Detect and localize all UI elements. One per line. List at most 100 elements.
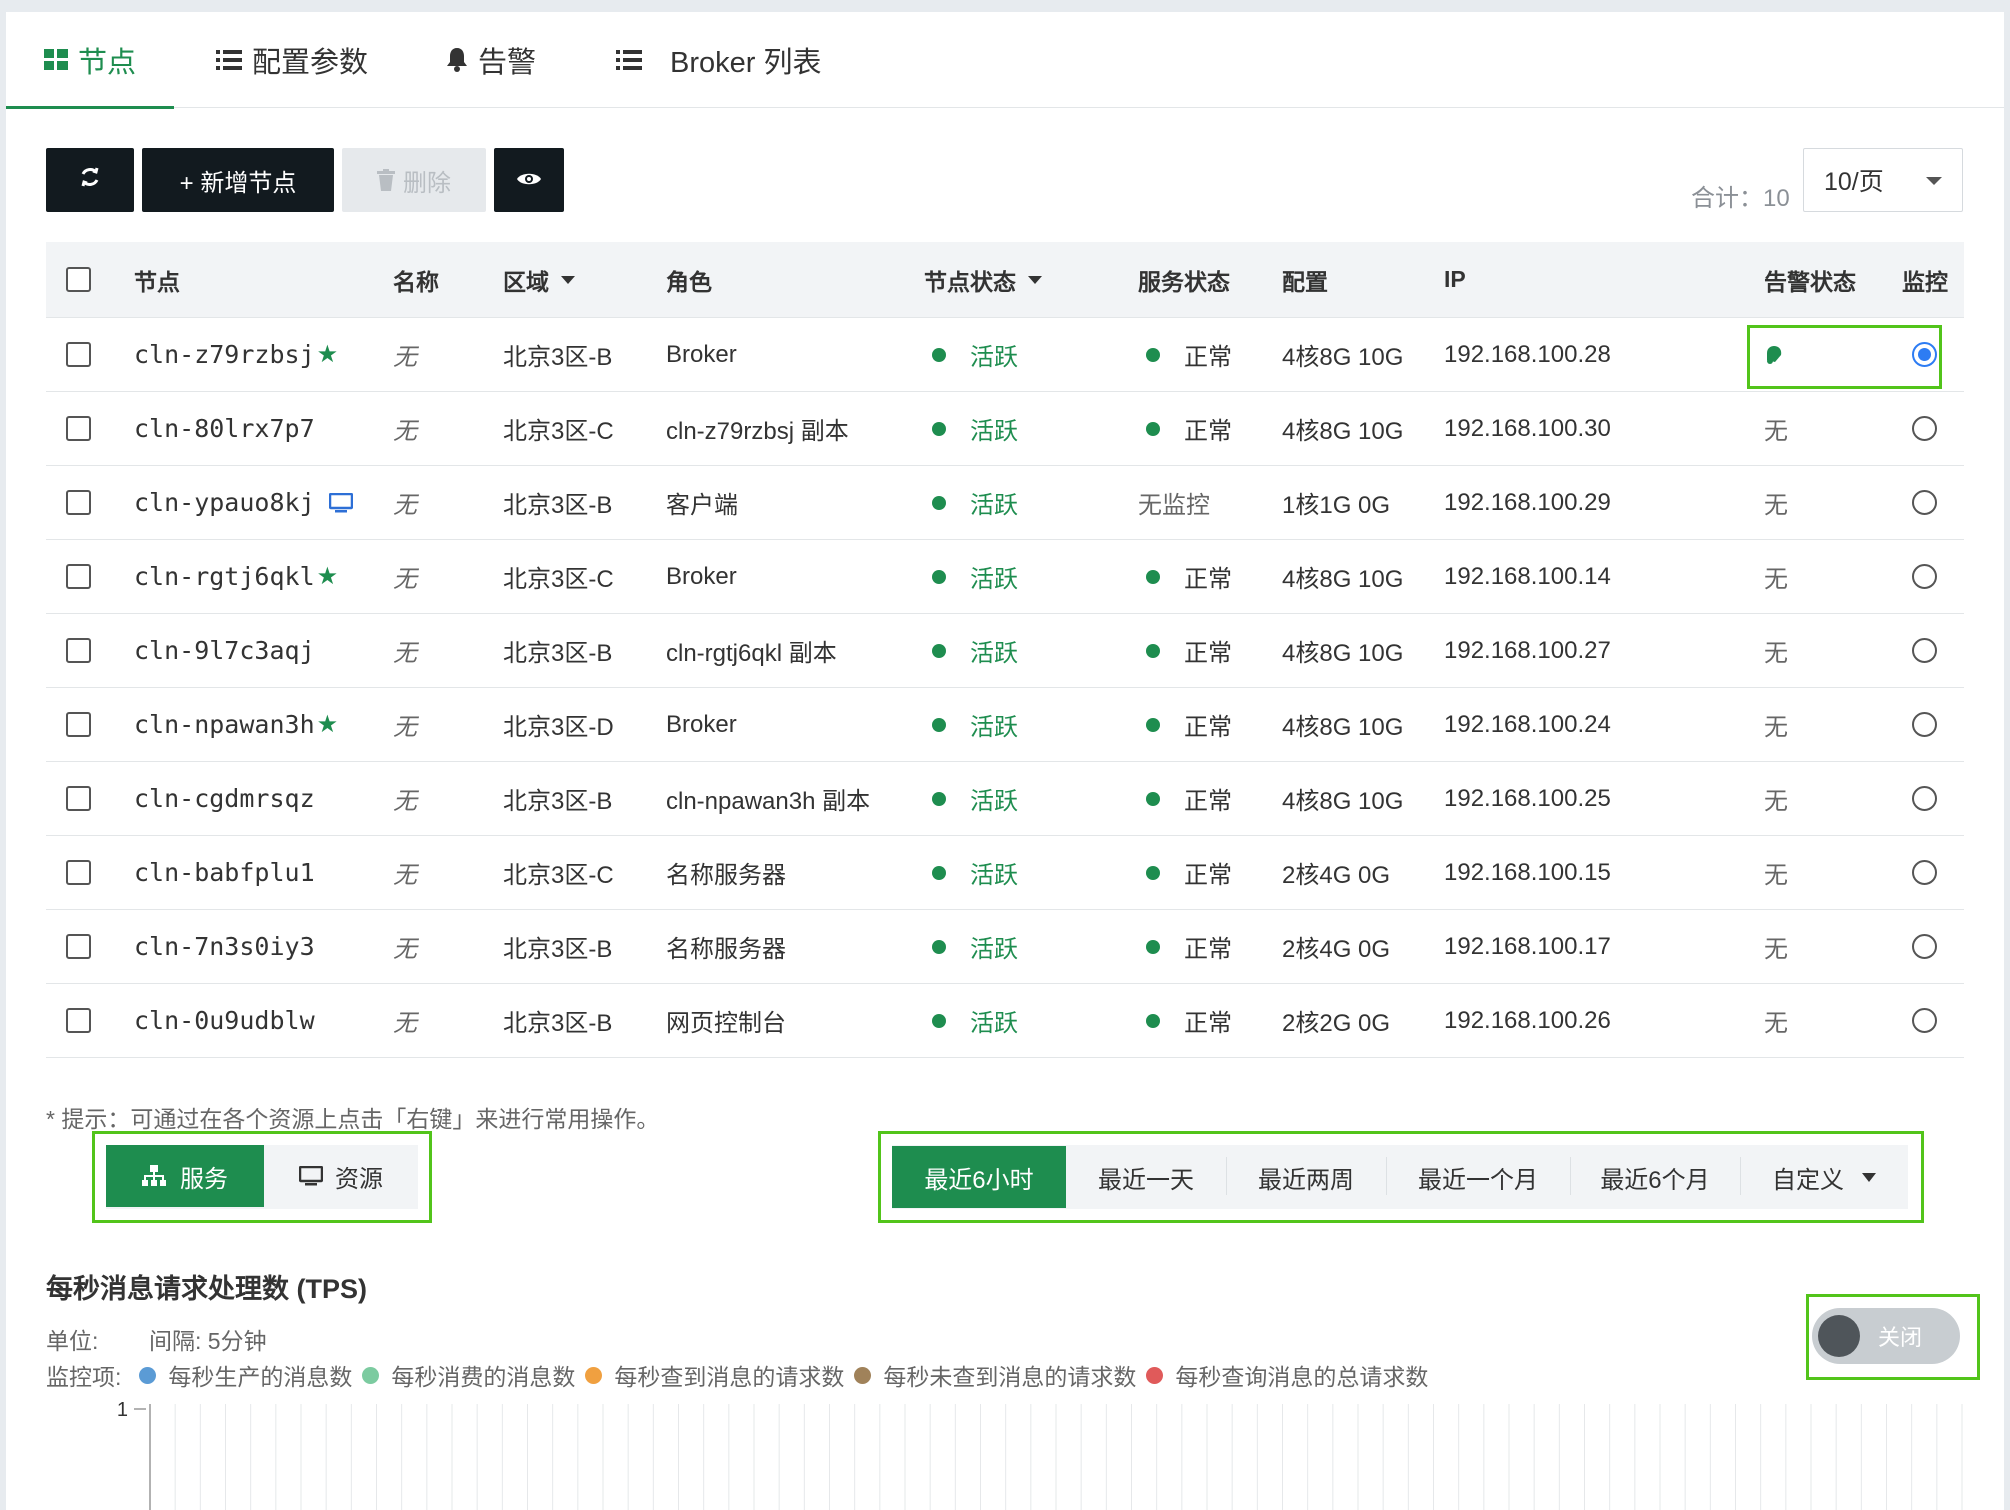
grid-icon xyxy=(44,49,68,71)
legend-item[interactable]: 每秒查询消息的总请求数 xyxy=(1146,1358,1428,1392)
node-cell[interactable]: cln-ypauo8kj xyxy=(134,466,353,539)
table-row[interactable]: cln-npawan3h ★ 无 北京3区-D Broker 活跃 正常 4核8G 10G 19… xyxy=(46,688,1964,762)
alert-cell: 无 xyxy=(1764,984,1788,1057)
time-range-button[interactable]: 自定义 xyxy=(1740,1146,1908,1208)
view-service-button[interactable]: 服务 xyxy=(106,1145,264,1207)
row-checkbox[interactable] xyxy=(66,1008,91,1033)
name-cell: 无 xyxy=(393,1010,417,1037)
header-node-status[interactable]: 节点状态 xyxy=(924,242,1042,317)
view-resource-button[interactable]: 资源 xyxy=(264,1145,418,1207)
node-cell[interactable]: cln-z79rzbsj ★ xyxy=(134,318,338,391)
node-id[interactable]: cln-rgtj6qkl xyxy=(134,562,315,591)
name-cell: 无 xyxy=(393,788,417,815)
table-row[interactable]: cln-7n3s0iy3 无 北京3区-B 名称服务器 活跃 正常 2核4G 0G 192.1… xyxy=(46,910,1964,984)
name-cell: 无 xyxy=(393,862,417,889)
refresh-button[interactable] xyxy=(46,148,134,212)
row-checkbox[interactable] xyxy=(66,416,91,441)
monitor-toggle[interactable]: 关闭 xyxy=(1812,1308,1960,1364)
row-checkbox[interactable] xyxy=(66,712,91,737)
toggle-columns-button[interactable] xyxy=(494,148,564,212)
row-checkbox[interactable] xyxy=(66,342,91,367)
monitor-radio[interactable] xyxy=(1912,934,1937,959)
tab-nodes[interactable]: 节点 xyxy=(5,12,175,109)
service-status-cell: 正常 xyxy=(1138,540,1232,613)
ip-cell: 192.168.100.24 xyxy=(1444,710,1611,738)
page-size-select[interactable]: 10/页 xyxy=(1803,148,1963,212)
node-cell[interactable]: cln-9l7c3aqj xyxy=(134,614,315,687)
table-row[interactable]: cln-z79rzbsj ★ 无 北京3区-B Broker 活跃 正常 4核8G 10G 19… xyxy=(46,318,1964,392)
legend-item[interactable]: 每秒消费的消息数 xyxy=(362,1358,575,1392)
node-cell[interactable]: cln-0u9udblw xyxy=(134,984,315,1057)
monitor-icon xyxy=(299,1166,323,1186)
legend-item[interactable]: 每秒生产的消息数 xyxy=(139,1358,352,1392)
monitor-radio[interactable] xyxy=(1912,564,1937,589)
node-id[interactable]: cln-0u9udblw xyxy=(134,1006,315,1035)
tab-alerts[interactable]: 告警 xyxy=(446,12,536,108)
node-status-cell: 活跃 xyxy=(924,318,1018,391)
region-cell: 北京3区-C xyxy=(503,862,614,889)
node-id[interactable]: cln-z79rzbsj xyxy=(134,340,315,369)
ip-cell: 192.168.100.17 xyxy=(1444,932,1611,960)
monitor-radio[interactable] xyxy=(1912,638,1937,663)
service-status-cell: 正常 xyxy=(1138,688,1232,761)
time-range-button[interactable]: 最近6个月 xyxy=(1570,1146,1740,1208)
row-checkbox[interactable] xyxy=(66,638,91,663)
row-checkbox[interactable] xyxy=(66,786,91,811)
monitor-radio[interactable] xyxy=(1912,490,1937,515)
star-icon: ★ xyxy=(316,563,339,590)
node-id[interactable]: cln-7n3s0iy3 xyxy=(134,932,315,961)
row-checkbox[interactable] xyxy=(66,490,91,515)
row-checkbox[interactable] xyxy=(66,934,91,959)
table-row[interactable]: cln-cgdmrsqz 无 北京3区-B cln-npawan3h 副本 活跃 正常 4核… xyxy=(46,762,1964,836)
alert-status-text: 无 xyxy=(1764,566,1788,593)
role-cell: Broker xyxy=(666,562,737,590)
time-range-button[interactable]: 最近一天 xyxy=(1066,1146,1226,1208)
node-cell[interactable]: cln-npawan3h ★ xyxy=(134,688,338,761)
time-range-button[interactable]: 最近一个月 xyxy=(1386,1146,1570,1208)
table-row[interactable]: cln-0u9udblw 无 北京3区-B 网页控制台 活跃 正常 2核2G 0G 192.1… xyxy=(46,984,1964,1058)
table-row[interactable]: cln-babfplu1 无 北京3区-C 名称服务器 活跃 正常 2核4G 0G 192.1… xyxy=(46,836,1964,910)
header-monitor: 监控 xyxy=(1902,268,1948,295)
monitor-radio[interactable] xyxy=(1912,860,1937,885)
add-node-button[interactable]: + 新增节点 xyxy=(142,148,334,212)
node-id[interactable]: cln-npawan3h xyxy=(134,710,315,739)
node-cell[interactable]: cln-rgtj6qkl ★ xyxy=(134,540,338,613)
node-id[interactable]: cln-cgdmrsqz xyxy=(134,784,315,813)
node-cell[interactable]: cln-80lrx7p7 xyxy=(134,392,315,465)
service-status-text: 正常 xyxy=(1184,936,1232,963)
time-range-button[interactable]: 最近6小时 xyxy=(892,1146,1066,1208)
row-checkbox[interactable] xyxy=(66,564,91,589)
node-status-cell: 活跃 xyxy=(924,392,1018,465)
status-dot xyxy=(932,939,946,954)
legend-item[interactable]: 每秒查到消息的请求数 xyxy=(585,1358,844,1392)
node-id[interactable]: cln-babfplu1 xyxy=(134,858,315,887)
tab-broker-list[interactable]: Broker 列表 xyxy=(616,12,821,108)
node-cell[interactable]: cln-cgdmrsqz xyxy=(134,762,315,835)
alert-status-text: 无 xyxy=(1764,714,1788,741)
row-checkbox[interactable] xyxy=(66,860,91,885)
time-range-button[interactable]: 最近两周 xyxy=(1226,1146,1386,1208)
node-id[interactable]: cln-ypauo8kj xyxy=(134,488,315,517)
node-cell[interactable]: cln-babfplu1 xyxy=(134,836,315,909)
monitor-radio[interactable] xyxy=(1912,786,1937,811)
legend-item[interactable]: 每秒未查到消息的请求数 xyxy=(854,1358,1136,1392)
legend-dot xyxy=(585,1366,603,1384)
table-row[interactable]: cln-rgtj6qkl ★ 无 北京3区-C Broker 活跃 正常 4核8G 10G 19… xyxy=(46,540,1964,614)
delete-button[interactable]: 删除 xyxy=(342,148,486,212)
role-cell: cln-rgtj6qkl 副本 xyxy=(666,640,837,667)
node-id[interactable]: cln-80lrx7p7 xyxy=(134,414,315,443)
table-row[interactable]: cln-9l7c3aqj 无 北京3区-B cln-rgtj6qkl 副本 活跃 正常 4核… xyxy=(46,614,1964,688)
ip-cell: 192.168.100.28 xyxy=(1444,340,1611,368)
monitor-radio[interactable] xyxy=(1912,416,1937,441)
select-all-checkbox[interactable] xyxy=(66,267,91,292)
status-dot xyxy=(932,791,946,806)
monitor-radio[interactable] xyxy=(1912,1008,1937,1033)
node-cell[interactable]: cln-7n3s0iy3 xyxy=(134,910,315,983)
header-region[interactable]: 区域 xyxy=(503,242,575,317)
monitor-radio[interactable] xyxy=(1912,712,1937,737)
total-count: 合计：10 xyxy=(1691,185,1790,212)
node-id[interactable]: cln-9l7c3aqj xyxy=(134,636,315,665)
table-row[interactable]: cln-80lrx7p7 无 北京3区-C cln-z79rzbsj 副本 活跃 正常 4核… xyxy=(46,392,1964,466)
table-row[interactable]: cln-ypauo8kj 无 北京3区-B 客户端 活跃 无监控 1核1G 0G 192.16… xyxy=(46,466,1964,540)
tab-config[interactable]: 配置参数 xyxy=(216,12,368,108)
